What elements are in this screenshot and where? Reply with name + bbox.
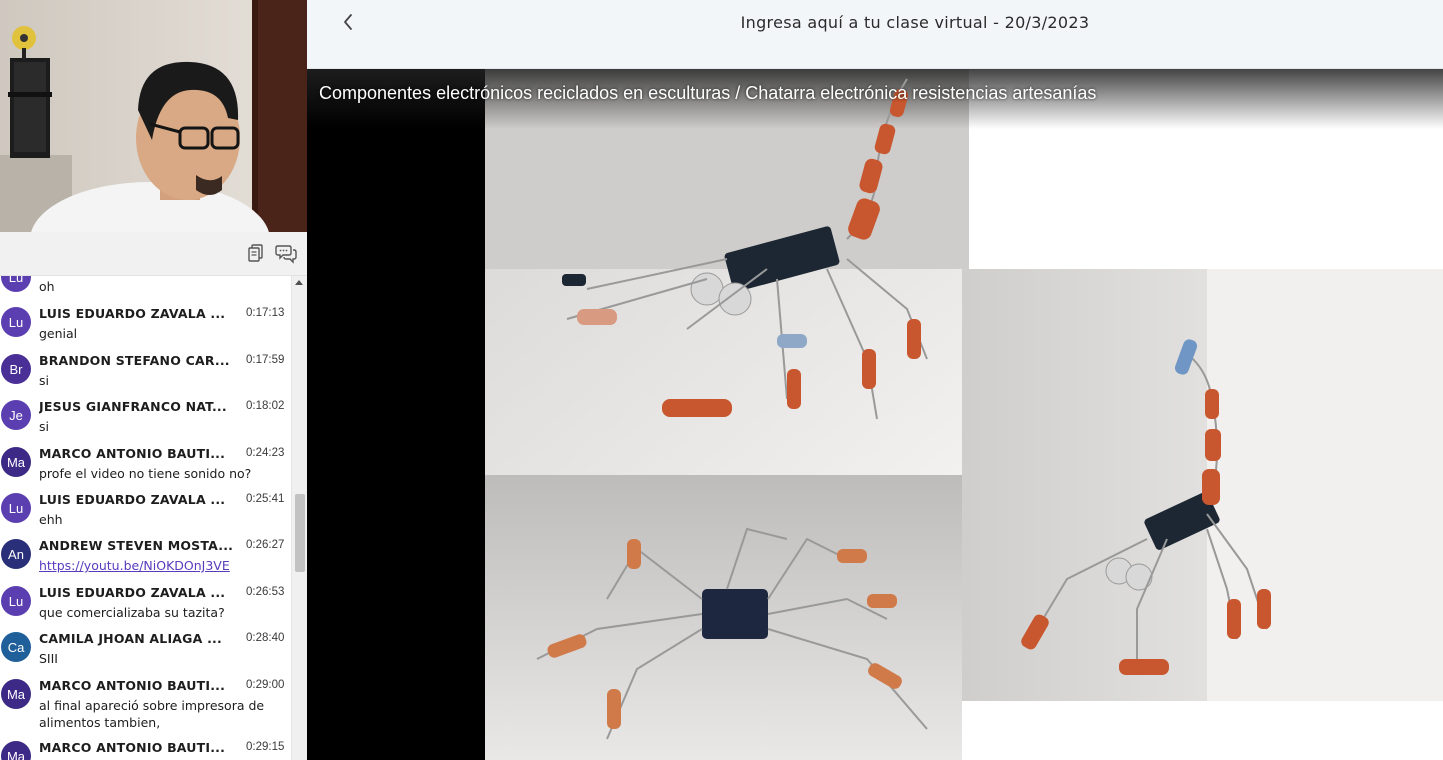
chat-message: Je JESUS GIANFRANCO NAT... 0:18:02 si (0, 399, 291, 445)
chat-toolbar (0, 232, 307, 276)
message-text: SIII (39, 651, 58, 666)
video-frame (307, 69, 1443, 760)
chat-message: Lu LUIS EDUARDO ZAVALA ... 0:26:53 que come… (0, 585, 291, 631)
message-text: que comercializaba su tazita? (39, 605, 225, 620)
app-root: Lu oh Lu LUIS EDUARDO ZAVALA ... 0:17:13 ge… (0, 0, 1443, 760)
message-text: oh (39, 279, 55, 294)
sender-name: MARCO ANTONIO BAUTI... (39, 678, 226, 693)
avatar: Ma (1, 741, 31, 760)
message-timestamp: 0:17:13 (246, 307, 285, 319)
video-title: Componentes electrónicos reciclados en e… (319, 83, 1097, 103)
page-title: Ingresa aquí a tu clase virtual - 20/3/2… (740, 13, 1090, 32)
sender-name: MARCO ANTONIO BAUTI... (39, 740, 226, 755)
avatar-initials: Lu (8, 593, 24, 609)
message-timestamp: 0:29:00 (246, 679, 285, 691)
message-link[interactable]: https://youtu.be/NiOKDOnJ3VE (39, 558, 230, 573)
sender-name: ANDREW STEVEN MOSTA... (39, 538, 234, 553)
webcam-image (0, 0, 307, 232)
chat-message: Ca CAMILA JHOAN ALIAGA ... 0:28:40 SIII (0, 631, 291, 677)
webcam-video[interactable] (0, 0, 307, 232)
chat-message: Lu LUIS EDUARDO ZAVALA ... 0:17:13 genial (0, 306, 291, 352)
video-player[interactable]: Componentes electrónicos reciclados en e… (307, 69, 1443, 760)
avatar: Ma (1, 447, 31, 477)
avatar: Br (1, 354, 31, 384)
sender-name: LUIS EDUARDO ZAVALA ... (39, 585, 226, 600)
chat-message: Ma MARCO ANTONIO BAUTI... 0:24:23 profe el … (0, 446, 291, 492)
left-panel: Lu oh Lu LUIS EDUARDO ZAVALA ... 0:17:13 ge… (0, 0, 307, 760)
message-text: si (39, 373, 49, 388)
avatar-initials: Ma (6, 686, 26, 702)
scrollbar-thumb[interactable] (295, 494, 305, 572)
avatar-initials: Lu (8, 314, 24, 330)
avatar: Ma (1, 679, 31, 709)
sender-name: CAMILA JHOAN ALIAGA ... (39, 631, 222, 646)
copy-icon[interactable] (245, 242, 267, 264)
avatar: Lu (1, 493, 31, 523)
message-text: al final apareció sobre impresora de ali… (39, 698, 265, 730)
message-timestamp: 0:24:23 (246, 447, 285, 459)
chat-message: Lu oh (0, 276, 291, 302)
chat-message: An ANDREW STEVEN MOSTA... 0:26:27 https://y… (0, 538, 291, 584)
avatar-initials: Ca (7, 639, 25, 655)
avatar: Lu (1, 586, 31, 616)
avatar: Lu (1, 276, 31, 292)
message-timestamp: 0:18:02 (246, 400, 285, 412)
avatar-initials: An (8, 546, 24, 562)
message-timestamp: 0:17:59 (246, 354, 285, 366)
chat-message: Lu LUIS EDUARDO ZAVALA ... 0:25:41 ehh (0, 492, 291, 538)
chat-message-list[interactable]: Lu oh Lu LUIS EDUARDO ZAVALA ... 0:17:13 ge… (0, 276, 291, 760)
chat-message: Br BRANDON STEFANO CAR... 0:17:59 si (0, 353, 291, 399)
message-text: si (39, 419, 49, 434)
avatar: An (1, 539, 31, 569)
avatar-initials: Ma (6, 748, 26, 760)
message-text: profe el video no tiene sonido no? (39, 466, 252, 481)
sender-name: LUIS EDUARDO ZAVALA ... (39, 492, 226, 507)
message-text: genial (39, 326, 78, 341)
chat-message: Ma MARCO ANTONIO BAUTI... 0:29:15 (0, 740, 291, 760)
message-timestamp: 0:29:15 (246, 741, 285, 753)
chat-message: Ma MARCO ANTONIO BAUTI... 0:29:00 al final … (0, 678, 291, 730)
message-timestamp: 0:25:41 (246, 493, 285, 505)
message-text: https://youtu.be/NiOKDOnJ3VE (39, 557, 284, 574)
avatar-initials: Je (9, 407, 23, 423)
chat-scrollbar[interactable] (291, 276, 307, 760)
avatar-initials: Lu (8, 500, 24, 516)
sender-name: MARCO ANTONIO BAUTI... (39, 446, 226, 461)
avatar-initials: Lu (8, 276, 24, 285)
avatar-initials: Br (9, 361, 23, 377)
message-timestamp: 0:28:40 (246, 632, 285, 644)
sender-name: LUIS EDUARDO ZAVALA ... (39, 306, 226, 321)
avatar: Lu (1, 307, 31, 337)
avatar-initials: Ma (6, 454, 26, 470)
avatar: Ca (1, 632, 31, 662)
message-timestamp: 0:26:53 (246, 586, 285, 598)
message-timestamp: 0:26:27 (246, 539, 285, 551)
page-header: Ingresa aquí a tu clase virtual - 20/3/2… (307, 0, 1443, 69)
chat-bubbles-icon[interactable] (275, 242, 297, 264)
sender-name: BRANDON STEFANO CAR... (39, 353, 230, 368)
sender-name: JESUS GIANFRANCO NAT... (39, 399, 227, 414)
scroll-up-arrow-icon[interactable] (295, 280, 303, 285)
avatar: Je (1, 400, 31, 430)
message-text: ehh (39, 512, 63, 527)
